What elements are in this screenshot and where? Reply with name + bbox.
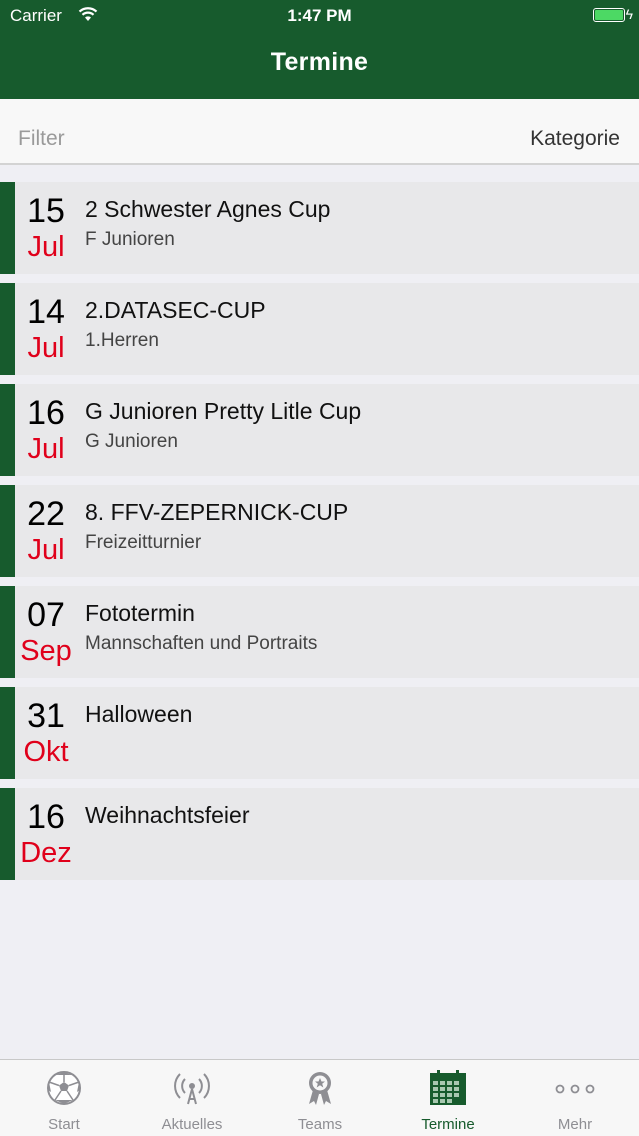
event-date: 16 Dez (15, 798, 77, 870)
event-date: 14 Jul (15, 293, 77, 365)
soccer-ball-icon (0, 1070, 128, 1106)
tab-termine[interactable]: Termine (384, 1060, 512, 1136)
row-accent (0, 586, 15, 678)
tab-bar: Start Aktuelles Teams Termine Mehr (0, 1059, 639, 1136)
event-title: 2 Schwester Agnes Cup (85, 196, 331, 222)
event-date: 31 Okt (15, 697, 77, 769)
event-title: Weihnachtsfeier (85, 802, 250, 828)
tab-label: Aktuelles (161, 1116, 223, 1133)
row-accent (0, 384, 15, 476)
list-item[interactable]: 14 Jul 2.DATASEC-CUP 1.Herren (0, 283, 639, 375)
list-item[interactable]: 07 Sep Fototermin Mannschaften und Portr… (0, 586, 639, 678)
event-subtitle: Freizeitturnier (85, 532, 202, 553)
event-title: Halloween (85, 701, 193, 727)
event-subtitle: G Junioren (85, 431, 178, 452)
event-day: 14 (27, 293, 65, 331)
event-month: Jul (27, 534, 65, 566)
row-accent (0, 687, 15, 779)
tab-teams[interactable]: Teams (256, 1060, 384, 1136)
more-dots-icon (511, 1070, 639, 1106)
event-month: Sep (20, 635, 72, 667)
event-subtitle: Mannschaften und Portraits (85, 633, 318, 654)
event-day: 31 (27, 697, 65, 735)
row-accent (0, 182, 15, 274)
category-button[interactable]: Kategorie (530, 127, 620, 151)
event-list: 15 Jul 2 Schwester Agnes Cup F Junioren … (0, 182, 639, 889)
tab-aktuelles[interactable]: Aktuelles (128, 1060, 256, 1136)
event-month: Jul (27, 231, 65, 263)
event-title: Fototermin (85, 600, 195, 626)
list-item[interactable]: 22 Jul 8. FFV-ZEPERNICK-CUP Freizeitturn… (0, 485, 639, 577)
calendar-icon (384, 1070, 512, 1106)
event-month: Okt (23, 736, 69, 768)
list-item[interactable]: 16 Dez Weihnachtsfeier (0, 788, 639, 880)
event-date: 15 Jul (15, 192, 77, 264)
battery-icon (593, 8, 625, 22)
event-month: Dez (20, 837, 72, 869)
event-title: 8. FFV-ZEPERNICK-CUP (85, 499, 349, 525)
list-item[interactable]: 31 Okt Halloween (0, 687, 639, 779)
list-item[interactable]: 15 Jul 2 Schwester Agnes Cup F Junioren (0, 182, 639, 274)
event-title: 2.DATASEC-CUP (85, 297, 266, 323)
event-date: 22 Jul (15, 495, 77, 567)
event-day: 16 (27, 798, 65, 836)
event-day: 07 (27, 596, 65, 634)
row-accent (0, 485, 15, 577)
tab-label: Mehr (557, 1116, 593, 1133)
tab-label: Termine (421, 1116, 475, 1133)
row-accent (0, 788, 15, 880)
list-item[interactable]: 16 Jul G Junioren Pretty Litle Cup G Jun… (0, 384, 639, 476)
event-date: 07 Sep (15, 596, 77, 668)
event-month: Jul (27, 332, 65, 364)
filter-input[interactable] (18, 127, 398, 151)
event-day: 15 (27, 192, 65, 230)
page-title: Termine (270, 48, 369, 76)
row-accent (0, 283, 15, 375)
award-badge-icon (256, 1070, 384, 1106)
status-time: 1:47 PM (287, 6, 352, 25)
tab-label: Teams (297, 1116, 343, 1133)
status-bar: Carrier 1:47 PM ϟ (0, 0, 639, 32)
event-subtitle: 1.Herren (85, 330, 159, 351)
broadcast-icon (128, 1070, 256, 1106)
header: Carrier 1:47 PM ϟ Termine (0, 0, 639, 99)
charging-icon: ϟ (625, 6, 633, 22)
event-day: 22 (27, 495, 65, 533)
tab-label: Start (48, 1116, 80, 1133)
event-title: G Junioren Pretty Litle Cup (85, 398, 362, 424)
event-day: 16 (27, 394, 65, 432)
tab-start[interactable]: Start (0, 1060, 128, 1136)
tab-mehr[interactable]: Mehr (511, 1060, 639, 1136)
event-subtitle: F Junioren (85, 229, 175, 250)
event-month: Jul (27, 433, 65, 465)
filter-bar: Kategorie (0, 99, 639, 165)
event-date: 16 Jul (15, 394, 77, 466)
